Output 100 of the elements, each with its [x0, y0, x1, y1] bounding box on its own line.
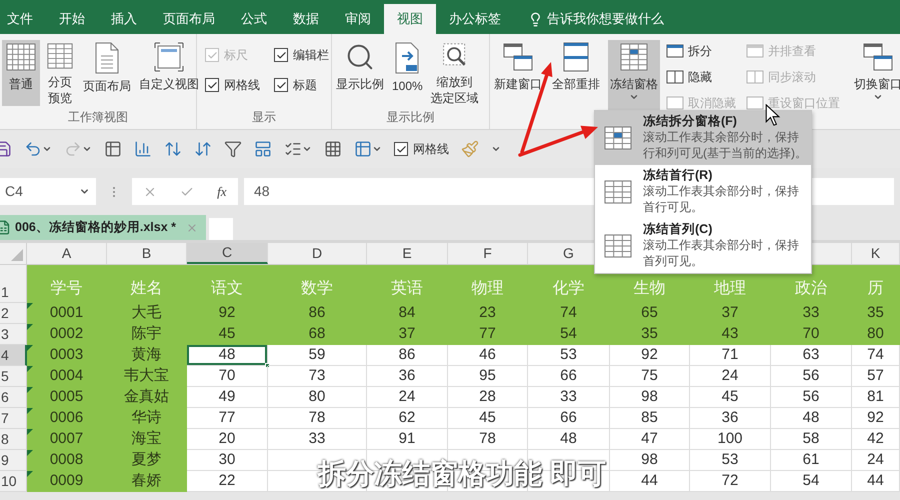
- table-cell: 0002: [27, 324, 107, 345]
- table-cell: 74: [852, 345, 900, 366]
- group-label: 工作簿视图: [67, 109, 129, 126]
- table-cell: 86: [367, 345, 448, 366]
- table-cell: 24: [367, 387, 448, 408]
- group-label: 显示比例: [386, 109, 436, 126]
- table-cell: 37: [367, 324, 448, 345]
- table-cell: 59: [268, 345, 367, 366]
- table-cell: 73: [268, 366, 367, 387]
- table-cell: 54: [771, 471, 852, 492]
- table-cell: 0009: [27, 471, 107, 492]
- table-cell: 春娇: [107, 471, 187, 492]
- table-cell: 33: [528, 387, 610, 408]
- table-cell: 66: [528, 366, 610, 387]
- column-title: 物理: [448, 265, 528, 303]
- column-title: 姓名: [107, 265, 187, 303]
- table-cell: 0004: [27, 366, 107, 387]
- table-cell: 98: [610, 450, 690, 471]
- table-cell: 81: [852, 387, 900, 408]
- table-cell: 0006: [27, 408, 107, 429]
- table-cell: 韦大宝: [107, 366, 187, 387]
- table-cell: 68: [268, 324, 367, 345]
- table-cell: 80: [268, 387, 367, 408]
- table-cell: 47: [610, 429, 690, 450]
- checkbox-label: 标尺: [224, 47, 248, 64]
- video-caption: 拆分冻结窗格功能 即可: [318, 457, 606, 491]
- checkbox-label: 网格线: [224, 77, 260, 94]
- column-title: 学号: [27, 265, 107, 303]
- table-cell: 92: [852, 408, 900, 429]
- table-cell: 36: [690, 408, 771, 429]
- table-cell: 77: [187, 408, 268, 429]
- table-cell: 53: [528, 345, 610, 366]
- table-cell: 57: [852, 366, 900, 387]
- column-title: 英语: [367, 265, 448, 303]
- table-cell: 75: [610, 366, 690, 387]
- table-cell: 85: [610, 408, 690, 429]
- table-cell: 海宝: [107, 429, 187, 450]
- table-cell: 大毛: [107, 303, 187, 324]
- table-cell: 54: [528, 324, 610, 345]
- table-cell: 24: [852, 450, 900, 471]
- table-cell: 77: [448, 324, 528, 345]
- checkbox-label: 网格线: [413, 141, 449, 158]
- table-cell: 53: [690, 450, 771, 471]
- table-cell: 61: [771, 450, 852, 471]
- table-cell: 黄海: [107, 345, 187, 366]
- column-title: 历: [852, 265, 900, 303]
- table-cell: 0001: [27, 303, 107, 324]
- table-cell: 金真姑: [107, 387, 187, 408]
- table-cell: 70: [187, 366, 268, 387]
- column-title: 化学: [528, 265, 610, 303]
- table-cell: 92: [610, 345, 690, 366]
- table-cell: 45: [690, 387, 771, 408]
- table-cell: 74: [528, 303, 610, 324]
- table-cell: 71: [690, 345, 771, 366]
- table-cell: 49: [187, 387, 268, 408]
- table-cell: 56: [771, 387, 852, 408]
- table-cell: 72: [690, 471, 771, 492]
- table-cell: 70: [771, 324, 852, 345]
- table-cell: 0005: [27, 387, 107, 408]
- table-cell: 陈宇: [107, 324, 187, 345]
- table-cell: 37: [690, 303, 771, 324]
- table-cell: 65: [610, 303, 690, 324]
- group-label: 显示: [251, 109, 277, 126]
- table-cell: 46: [448, 345, 528, 366]
- table-cell: 夏梦: [107, 450, 187, 471]
- table-cell: 100: [690, 429, 771, 450]
- table-cell: 48: [187, 345, 268, 366]
- table-cell: 0007: [27, 429, 107, 450]
- table-cell: 43: [690, 324, 771, 345]
- table-cell: 33: [771, 303, 852, 324]
- table-cell: 44: [610, 471, 690, 492]
- table-cell: 66: [528, 408, 610, 429]
- table-cell: 20: [187, 429, 268, 450]
- table-cell: 78: [268, 408, 367, 429]
- table-cell: 0003: [27, 345, 107, 366]
- table-cell: 35: [610, 324, 690, 345]
- table-cell: 24: [690, 366, 771, 387]
- table-cell: 58: [771, 429, 852, 450]
- table-cell: 86: [268, 303, 367, 324]
- table-cell: 36: [367, 366, 448, 387]
- checkbox-label: 标题: [293, 77, 317, 94]
- table-cell: 56: [771, 366, 852, 387]
- table-cell: 44: [852, 471, 900, 492]
- table-cell: 45: [448, 408, 528, 429]
- table-cell: 95: [448, 366, 528, 387]
- checkbox-label: 编辑栏: [293, 47, 329, 64]
- table-cell: 98: [610, 387, 690, 408]
- table-cell: 63: [771, 345, 852, 366]
- column-title: 数学: [268, 265, 367, 303]
- table-cell: 35: [852, 303, 900, 324]
- table-cell: 42: [852, 429, 900, 450]
- document-title: 006、冻结窗格的妙用.xlsx *: [15, 219, 176, 236]
- table-cell: 23: [448, 303, 528, 324]
- table-cell: 48: [771, 408, 852, 429]
- table-cell: 84: [367, 303, 448, 324]
- table-cell: 80: [852, 324, 900, 345]
- table-cell: 华诗: [107, 408, 187, 429]
- table-cell: 28: [448, 387, 528, 408]
- column-title: 语文: [187, 265, 268, 303]
- table-cell: 45: [187, 324, 268, 345]
